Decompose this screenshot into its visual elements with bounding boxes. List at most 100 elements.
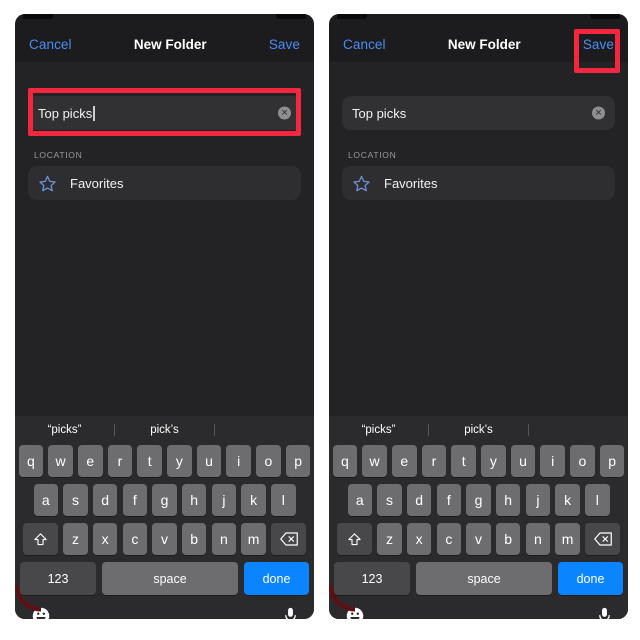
folder-name-field-wrap: Top picks ✕ [28,96,301,130]
key-c[interactable]: c [436,523,462,555]
key-r[interactable]: r [107,445,133,477]
clear-text-icon[interactable]: ✕ [592,106,605,120]
key-o[interactable]: o [256,445,281,477]
done-key[interactable]: done [558,562,623,595]
key-l[interactable]: l [271,484,296,516]
page-title: New Folder [447,36,521,52]
navigation-bar: Cancel New Folder Save [15,26,314,62]
key-l[interactable]: l [585,484,610,516]
key-k[interactable]: k [555,484,580,516]
key-o[interactable]: o [570,445,595,477]
key-n[interactable]: n [525,523,551,555]
key-m[interactable]: m [241,523,266,555]
key-b[interactable]: b [495,523,521,555]
cancel-button[interactable]: Cancel [343,37,386,52]
key-v[interactable]: v [466,523,491,555]
key-x[interactable]: x [406,523,432,555]
key-f[interactable]: f [122,484,148,516]
location-row-label: Favorites [384,175,438,191]
key-q[interactable]: q [332,445,358,477]
key-t[interactable]: t [451,445,476,477]
key-w[interactable]: w [48,445,73,477]
save-button[interactable]: Save [583,37,614,52]
location-section-label: LOCATION [348,150,397,160]
key-u[interactable]: u [196,445,222,477]
key-a[interactable]: a [33,484,58,516]
suggestion-item-0[interactable]: “picks” [15,424,114,436]
key-p[interactable]: p [599,445,625,477]
suggestion-item-1[interactable]: pick’s [115,424,214,436]
key-d[interactable]: d [406,484,432,516]
key-n[interactable]: n [211,523,237,555]
keyboard-row-1: q w e r t y u i o p [15,443,314,477]
key-r[interactable]: r [421,445,447,477]
phone-panel-left: Cancel New Folder Save Top picks ✕ LOCAT… [15,14,314,619]
key-c[interactable]: c [122,523,148,555]
key-s[interactable]: s [377,484,402,516]
key-f[interactable]: f [436,484,462,516]
suggestion-item-1[interactable]: pick’s [429,424,528,436]
key-w[interactable]: w [362,445,387,477]
space-key[interactable]: space [416,562,552,595]
key-y[interactable]: y [167,445,192,477]
key-y[interactable]: y [481,445,506,477]
clear-text-icon[interactable]: ✕ [278,106,291,120]
numbers-key[interactable]: 123 [334,562,410,595]
microphone-icon[interactable] [598,607,611,619]
shift-icon[interactable] [337,523,372,555]
folder-name-input[interactable]: Top picks [342,96,615,130]
folder-name-input[interactable]: Top picks [28,96,301,130]
microphone-icon[interactable] [284,607,297,619]
key-g[interactable]: g [466,484,491,516]
status-corner-right-icon [590,14,620,19]
key-x[interactable]: x [92,523,118,555]
key-i[interactable]: i [540,445,565,477]
location-row-favorites[interactable]: Favorites [28,166,301,200]
key-i[interactable]: i [226,445,251,477]
backspace-icon[interactable] [585,523,620,555]
key-d[interactable]: d [92,484,118,516]
cancel-button[interactable]: Cancel [29,37,72,52]
key-h[interactable]: h [495,484,521,516]
status-corner-right-icon [276,14,306,19]
key-e[interactable]: e [392,445,417,477]
key-v[interactable]: v [152,523,177,555]
numbers-key[interactable]: 123 [20,562,96,595]
key-z[interactable]: z [377,523,402,555]
key-e[interactable]: e [78,445,103,477]
suggestion-divider [528,423,529,436]
folder-name-field-wrap: Top picks ✕ [342,96,615,130]
key-b[interactable]: b [181,523,207,555]
key-t[interactable]: t [137,445,162,477]
emoji-icon[interactable] [346,607,364,619]
emoji-icon[interactable] [32,607,50,619]
key-j[interactable]: j [211,484,237,516]
screenshot-stage: Cancel New Folder Save Top picks ✕ LOCAT… [0,0,640,640]
key-s[interactable]: s [63,484,88,516]
keyboard-row-3: z x c v b n m [15,523,314,555]
keyboard-row-2: a s d f g h j k l [329,484,628,516]
key-p[interactable]: p [285,445,311,477]
keyboard-row-1: q w e r t y u i o p [329,443,628,477]
virtual-keyboard: “picks” pick’s q w e r t y u i o p a s d… [15,416,314,619]
backspace-icon[interactable] [271,523,306,555]
key-q[interactable]: q [18,445,44,477]
suggestion-item-0[interactable]: “picks” [329,424,428,436]
save-button[interactable]: Save [269,37,300,52]
shift-icon[interactable] [23,523,58,555]
location-row-favorites[interactable]: Favorites [342,166,615,200]
keyboard-bottom-bar [329,595,628,619]
done-key[interactable]: done [244,562,309,595]
key-h[interactable]: h [181,484,207,516]
key-g[interactable]: g [152,484,177,516]
status-corner-left-icon [23,14,53,19]
key-m[interactable]: m [555,523,580,555]
keyboard-bottom-bar [15,595,314,619]
key-j[interactable]: j [525,484,551,516]
key-z[interactable]: z [63,523,88,555]
key-k[interactable]: k [241,484,266,516]
key-u[interactable]: u [510,445,536,477]
space-key[interactable]: space [102,562,238,595]
text-caret [93,105,95,121]
key-a[interactable]: a [347,484,372,516]
